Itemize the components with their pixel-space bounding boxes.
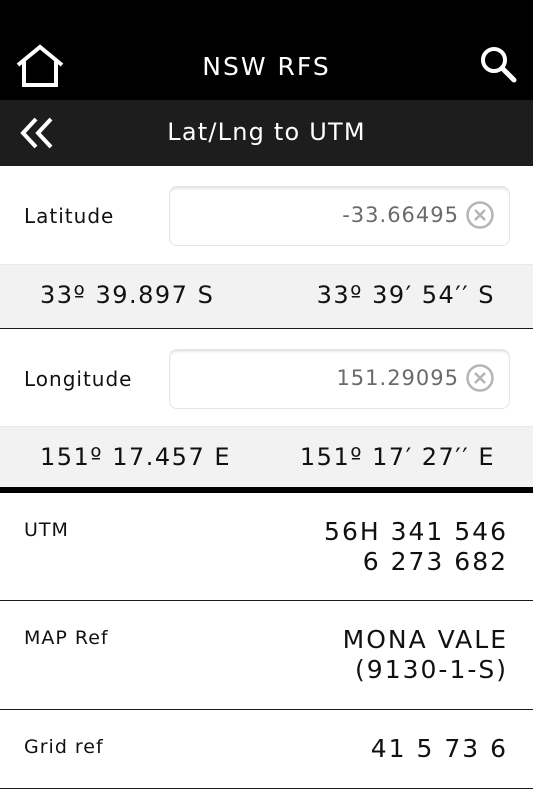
- utm-row: UTM 56H 341 546 6 273 682: [0, 493, 533, 600]
- latitude-label: Latitude: [24, 204, 115, 228]
- utm-label: UTM: [24, 519, 69, 541]
- latitude-field[interactable]: [169, 186, 510, 246]
- map-ref-label: MAP Ref: [24, 627, 109, 649]
- screen-header: Lat/Lng to UTM: [0, 100, 533, 166]
- clear-icon: [466, 201, 494, 229]
- search-icon: [481, 47, 517, 83]
- search-button[interactable]: [478, 44, 520, 86]
- app-title: NSW RFS: [202, 52, 331, 81]
- latitude-input[interactable]: [180, 201, 459, 229]
- longitude-degrees-minutes-seconds: 151º 17′ 27′′ E: [299, 443, 495, 471]
- map-ref-name: MONA VALE: [342, 625, 508, 654]
- longitude-label: Longitude: [24, 367, 133, 391]
- latitude-clear-button[interactable]: [465, 200, 495, 230]
- latitude-conversion-row: 33º 39.897 S 33º 39′ 54′′ S: [0, 264, 533, 328]
- map-ref-value: MONA VALE (9130-1-S): [343, 625, 508, 685]
- latitude-row: Latitude: [0, 166, 533, 264]
- grid-ref-label: Grid ref: [24, 736, 104, 758]
- map-ref-row: MAP Ref MONA VALE (9130-1-S): [0, 601, 533, 709]
- longitude-clear-button[interactable]: [465, 363, 495, 393]
- utm-northing: 6 273 682: [362, 547, 508, 576]
- latitude-degrees-minutes-seconds: 33º 39′ 54′′ S: [316, 281, 495, 309]
- longitude-input[interactable]: [180, 364, 459, 392]
- longitude-conversion-row: 151º 17.457 E 151º 17′ 27′′ E: [0, 426, 533, 490]
- screen-title: Lat/Lng to UTM: [167, 118, 366, 146]
- row-divider: [0, 788, 533, 789]
- utm-easting: 56H 341 546: [324, 517, 508, 546]
- grid-ref-row: Grid ref 41 5 73 6: [0, 710, 533, 788]
- longitude-row: Longitude: [0, 328, 533, 427]
- app-header: NSW RFS: [0, 0, 533, 100]
- longitude-field[interactable]: [169, 349, 510, 409]
- grid-ref-value: 41 5 73 6: [370, 734, 508, 763]
- latitude-degrees-minutes: 33º 39.897 S: [40, 281, 215, 309]
- utm-value: 56H 341 546 6 273 682: [324, 517, 508, 577]
- longitude-degrees-minutes: 151º 17.457 E: [40, 443, 232, 471]
- map-ref-code: (9130-1-S): [355, 655, 508, 684]
- clear-icon: [466, 364, 494, 392]
